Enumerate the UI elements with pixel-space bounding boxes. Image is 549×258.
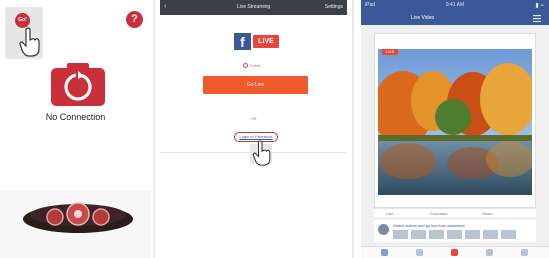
camera-device-image <box>23 202 133 233</box>
menu-button[interactable]: Go! <box>15 13 30 28</box>
status-bar: iPad 9:41 AM ▮ ⌁ <box>361 0 549 12</box>
thumbnail[interactable] <box>465 230 480 239</box>
header-title: Live Video <box>411 15 435 21</box>
clock: 9:41 AM <box>445 2 465 8</box>
friends-tab-icon[interactable] <box>416 249 423 256</box>
radio-icon <box>243 63 248 69</box>
share-button[interactable]: Share <box>482 211 493 216</box>
tab-bar <box>361 246 549 258</box>
live-tab-icon[interactable] <box>451 249 458 256</box>
facebook-icon: f <box>234 33 251 50</box>
camera-app-panel: Go! ? No Connection <box>0 0 151 258</box>
screenshot-collage: Go! ? No Connection ‹ Live Streaming Set… <box>0 0 549 258</box>
go-live-button[interactable]: Go Live <box>203 76 308 94</box>
nav-title: Live Streaming <box>236 4 271 10</box>
pointing-hand-icon <box>19 27 40 57</box>
connection-status: No Connection <box>45 112 106 122</box>
or-separator: OR <box>250 116 257 121</box>
menu-icon[interactable] <box>533 15 541 22</box>
go-live-panel: ‹ Live Streaming Settings f LIVE Public … <box>160 0 347 258</box>
battery-icon: ▮ ⌁ <box>535 3 544 9</box>
live-video-post[interactable] <box>374 33 536 208</box>
post-actions: Like Comment Share <box>374 208 536 217</box>
camera-refresh-icon[interactable] <box>51 62 105 106</box>
feed-item-text: Watch videos and go live from anywhere <box>393 223 465 228</box>
news-feed-tab-icon[interactable] <box>381 249 388 256</box>
thumbnail[interactable] <box>429 230 444 239</box>
thumbnail[interactable] <box>411 230 426 239</box>
live-badge: LIVE <box>382 49 398 55</box>
nav-right-button[interactable]: Settings <box>325 4 343 10</box>
help-button[interactable]: ? <box>126 11 143 28</box>
facebook-feed-panel: iPad 9:41 AM ▮ ⌁ Live Video LIVE Like Co… <box>361 0 549 258</box>
like-button[interactable]: Like <box>386 211 393 216</box>
privacy-option[interactable]: Public <box>243 63 261 69</box>
live-badge: LIVE <box>253 35 279 48</box>
nav-bar: ‹ Live Streaming Settings <box>160 0 347 15</box>
facebook-live-logo: f LIVE <box>234 33 279 50</box>
avatar <box>378 224 389 235</box>
thumbnail[interactable] <box>483 230 498 239</box>
privacy-label: Public <box>250 63 261 68</box>
live-video-thumbnail[interactable] <box>378 49 532 195</box>
thumbnail[interactable] <box>501 230 516 239</box>
notifications-tab-icon[interactable] <box>486 249 493 256</box>
divider <box>153 0 155 258</box>
thumbnail-strip <box>393 230 533 239</box>
divider <box>352 0 354 258</box>
thumbnail[interactable] <box>447 230 462 239</box>
facebook-header: Live Video <box>361 12 549 25</box>
pointing-hand-icon <box>252 140 271 166</box>
comment-button[interactable]: Comment <box>430 211 447 216</box>
feed-item[interactable]: Watch videos and go live from anywhere <box>374 220 536 242</box>
thumbnail[interactable] <box>393 230 408 239</box>
more-tab-icon[interactable] <box>521 249 528 256</box>
